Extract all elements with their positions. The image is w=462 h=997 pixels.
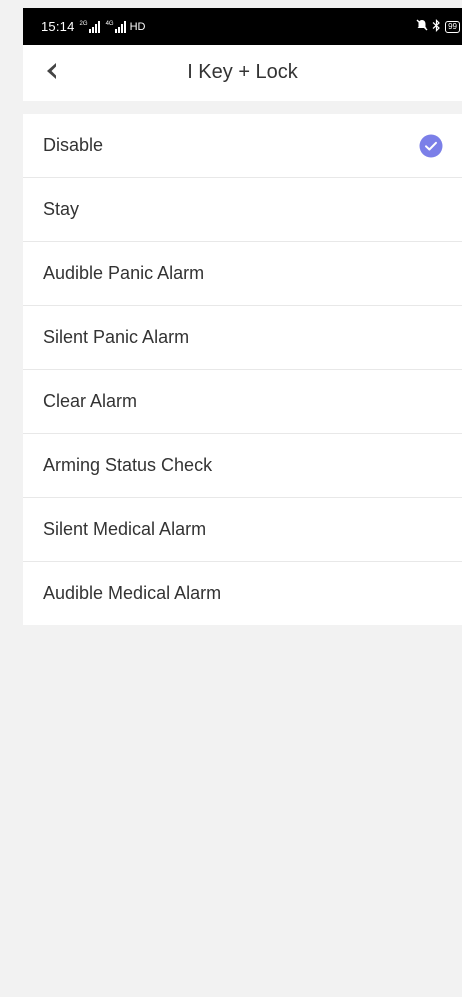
status-time: 15:14 <box>41 19 75 34</box>
option-disable[interactable]: Disable <box>23 114 462 178</box>
option-label: Silent Panic Alarm <box>43 327 190 347</box>
network-type: HD <box>129 20 146 33</box>
option-audible-medical-alarm[interactable]: Audible Medical Alarm <box>23 562 462 625</box>
status-right-icons: 99 <box>416 18 460 35</box>
option-clear-alarm[interactable]: Clear Alarm <box>23 370 462 434</box>
phone-screen: 15:14 2G 4G HD 99 I Key + Lock Disable S… <box>23 8 462 997</box>
options-list: Disable Stay Audible Panic Alarm Silent … <box>23 114 462 625</box>
option-label: Arming Status Check <box>43 455 213 475</box>
option-label: Silent Medical Alarm <box>43 519 207 539</box>
check-circle-icon <box>419 134 443 158</box>
option-label: Disable <box>43 135 104 155</box>
status-bar: 15:14 2G 4G HD 99 <box>23 8 462 45</box>
mute-icon <box>416 19 428 34</box>
option-silent-panic-alarm[interactable]: Silent Panic Alarm <box>23 306 462 370</box>
bluetooth-icon <box>432 18 441 35</box>
signal-icon: 2G <box>80 20 101 33</box>
option-arming-status-check[interactable]: Arming Status Check <box>23 434 462 498</box>
option-label: Clear Alarm <box>43 391 138 411</box>
top-nav-bar: I Key + Lock <box>23 45 462 101</box>
option-label: Audible Panic Alarm <box>43 263 205 283</box>
signal-icon-2: 4G <box>106 20 127 33</box>
option-label: Stay <box>43 199 80 219</box>
page-title: I Key + Lock <box>187 61 298 83</box>
option-silent-medical-alarm[interactable]: Silent Medical Alarm <box>23 498 462 562</box>
screen-frame: 15:14 2G 4G HD 99 I Key + Lock Disable S… <box>0 0 462 997</box>
option-audible-panic-alarm[interactable]: Audible Panic Alarm <box>23 242 462 306</box>
option-label: Audible Medical Alarm <box>43 583 222 603</box>
battery-icon: 99 <box>445 20 460 33</box>
option-stay[interactable]: Stay <box>23 178 462 242</box>
